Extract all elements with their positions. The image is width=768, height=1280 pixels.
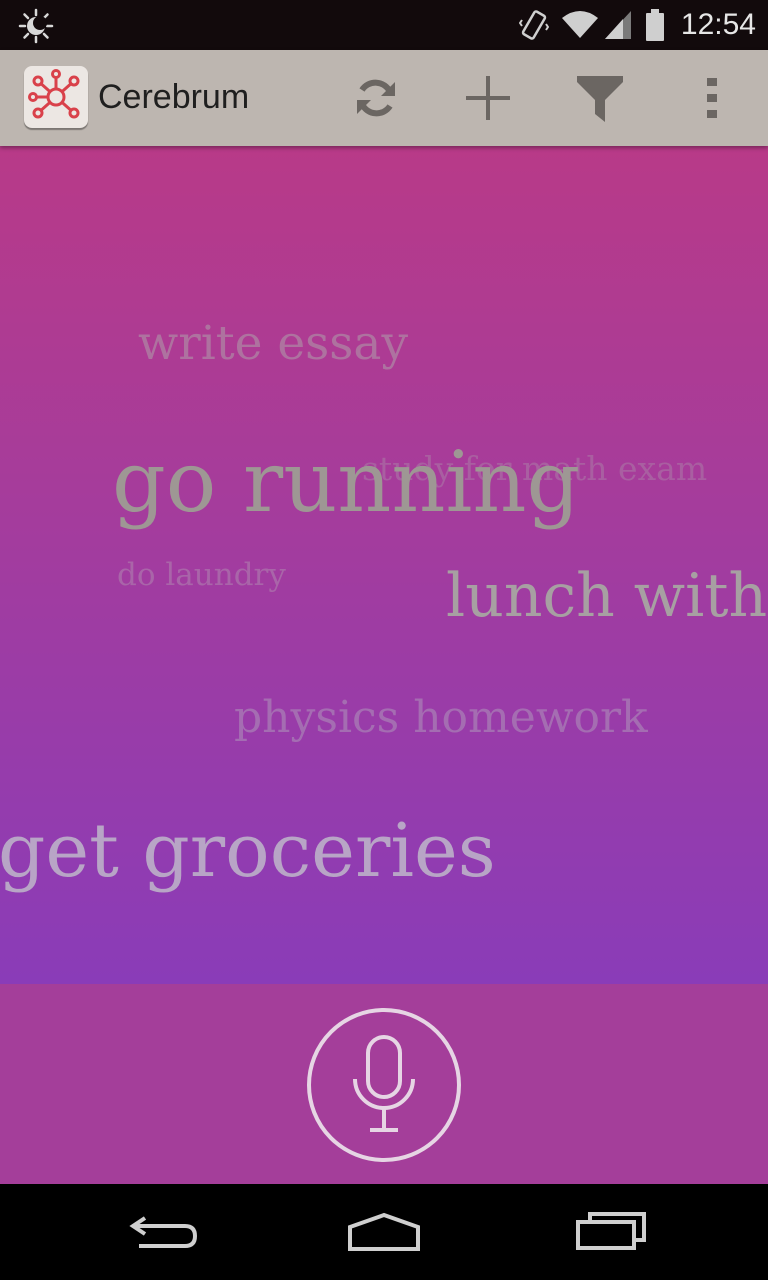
status-bar: 12:54 <box>0 0 768 50</box>
home-button[interactable] <box>339 1202 429 1262</box>
task-word[interactable]: write essay <box>138 320 408 367</box>
battery-icon <box>645 9 664 41</box>
add-button[interactable] <box>458 68 518 128</box>
recents-button[interactable] <box>565 1202 655 1262</box>
wifi-icon <box>561 11 598 38</box>
neuron-icon <box>28 69 80 119</box>
filter-icon <box>577 76 623 122</box>
brightness-icon <box>18 8 54 44</box>
status-time: 12:54 <box>680 8 756 41</box>
task-word[interactable]: lunch with <box>446 566 767 626</box>
voice-input-area <box>0 984 768 1184</box>
app-title: Cerebrum <box>98 78 250 116</box>
microphone-button[interactable] <box>307 1008 461 1162</box>
home-icon <box>348 1212 420 1251</box>
action-bar: Cerebrum <box>0 50 768 146</box>
task-word[interactable]: do laundry <box>117 560 286 591</box>
task-word[interactable]: get groceries <box>0 814 496 888</box>
vibrate-icon <box>518 10 549 40</box>
navigation-bar <box>0 1184 768 1280</box>
add-icon <box>466 76 510 120</box>
refresh-button[interactable] <box>346 68 406 128</box>
overflow-menu-icon <box>707 78 717 118</box>
task-cloud: write essay study for math exam go runni… <box>0 146 768 984</box>
screen: 12:54 Cerebrum write essay study for mat… <box>0 0 768 1280</box>
microphone-icon <box>353 1035 415 1132</box>
recents-icon <box>576 1212 646 1250</box>
task-word[interactable]: go running <box>112 440 580 524</box>
filter-button[interactable] <box>570 68 630 128</box>
status-icons: 12:54 <box>507 0 756 50</box>
refresh-icon <box>357 79 395 117</box>
signal-icon <box>604 11 631 39</box>
overflow-menu-button[interactable] <box>682 68 742 128</box>
back-button[interactable] <box>116 1202 206 1262</box>
back-icon <box>129 1216 197 1248</box>
app-logo[interactable] <box>24 66 88 128</box>
task-word[interactable]: physics homework <box>234 696 648 740</box>
